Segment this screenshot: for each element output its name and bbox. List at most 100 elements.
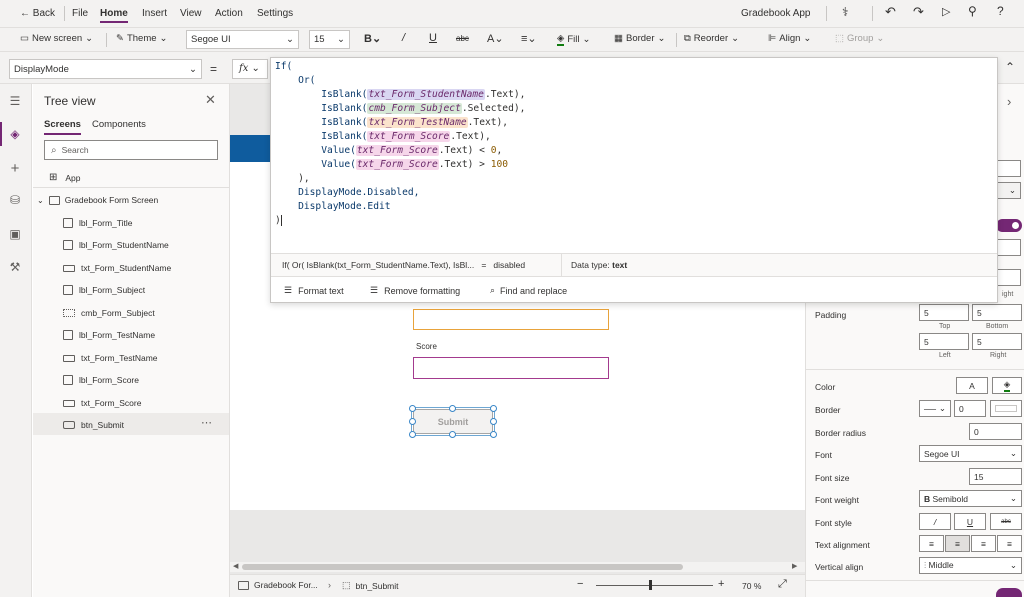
horizontal-scrollbar[interactable]: ◀ ▶	[230, 562, 805, 572]
align-button[interactable]: ⊫Align⌄	[768, 33, 811, 44]
resize-handle[interactable]	[409, 405, 416, 412]
play-icon[interactable]: ▷	[942, 5, 950, 18]
menu-file[interactable]: File	[72, 8, 88, 19]
font-dropdown[interactable]: Segoe UI⌄	[186, 30, 299, 49]
tree-item-app[interactable]: ⊞App	[49, 172, 81, 183]
test-name-input[interactable]	[413, 309, 609, 330]
tree-item-cmb-form-subject[interactable]: cmb_Form_Subject	[63, 308, 155, 318]
tab-screens[interactable]: Screens	[44, 119, 81, 135]
font-color-icon[interactable]: A⌄	[487, 32, 504, 45]
media-icon[interactable]: ▣	[8, 227, 22, 241]
fill-button[interactable]: ◈Fill⌄	[557, 33, 590, 46]
property-dropdown[interactable]: DisplayMode⌄	[9, 59, 202, 79]
font-size-input[interactable]: 15	[969, 468, 1022, 485]
zoom-in-button[interactable]: +	[718, 578, 724, 590]
tree-item-lbl-form-subject[interactable]: lbl_Form_Subject	[63, 285, 145, 295]
border-width-input[interactable]: 0	[954, 400, 986, 417]
scroll-left-icon[interactable]: ◀	[233, 562, 238, 570]
fx-button[interactable]: fx ⌄	[232, 59, 268, 79]
tree-item-txt-form-testname[interactable]: txt_Form_TestName	[63, 353, 158, 363]
back-button[interactable]: ← Back	[20, 8, 55, 19]
help-icon[interactable]: ?	[997, 4, 1004, 18]
menu-home[interactable]: Home	[100, 8, 128, 23]
align-center-button[interactable]: ≡	[945, 535, 970, 552]
add-icon[interactable]: +	[8, 160, 22, 174]
border-button[interactable]: ▦Border⌄	[614, 33, 665, 44]
score-input[interactable]	[413, 357, 609, 379]
formula-code[interactable]: If( Or( IsBlank(txt_Form_StudentName.Tex…	[275, 60, 525, 228]
padding-right-input[interactable]: 5	[972, 333, 1022, 350]
scroll-right-icon[interactable]: ▶	[792, 562, 797, 570]
menu-insert[interactable]: Insert	[142, 8, 167, 19]
tree-item-txt-form-score[interactable]: txt_Form_Score	[63, 398, 141, 408]
tree-item-lbl-form-studentname[interactable]: lbl_Form_StudentName	[63, 240, 169, 250]
italic-icon[interactable]: /	[402, 32, 405, 44]
format-text-button[interactable]: ☰Format text	[284, 285, 344, 296]
tree-item-btn-submit[interactable]: btn_Submit	[63, 420, 124, 430]
find-replace-button[interactable]: ⌕Find and replace	[490, 285, 567, 296]
share-user-icon[interactable]: ⚲	[968, 4, 977, 18]
tree-item-lbl-form-title[interactable]: lbl_Form_Title	[63, 218, 133, 228]
resize-handle[interactable]	[490, 431, 497, 438]
stethoscope-icon[interactable]: ⚕	[842, 5, 849, 19]
align-justify-button[interactable]: ≡	[997, 535, 1022, 552]
screen-tab[interactable]: Gradebook For...	[238, 580, 318, 590]
italic-button[interactable]: /	[919, 513, 951, 530]
underline-icon[interactable]: U	[429, 32, 437, 44]
fill-color-button[interactable]: ◈	[992, 377, 1022, 394]
resize-handle[interactable]	[409, 418, 416, 425]
underline-button[interactable]: U	[954, 513, 986, 530]
text-align-icon[interactable]: ≡⌄	[521, 32, 537, 45]
resize-handle[interactable]	[449, 405, 456, 412]
padding-bottom-input[interactable]: 5	[972, 304, 1022, 321]
padding-left-input[interactable]: 5	[919, 333, 969, 350]
more-options-icon[interactable]: ⋯	[201, 416, 212, 429]
resize-handle[interactable]	[490, 418, 497, 425]
redo-icon[interactable]: ↷	[913, 4, 924, 20]
tab-components[interactable]: Components	[92, 119, 146, 130]
bold-icon[interactable]: B⌄	[364, 32, 381, 45]
text-color-button[interactable]: A	[956, 377, 988, 394]
resize-handle[interactable]	[449, 431, 456, 438]
tree-item-lbl-form-score[interactable]: lbl_Form_Score	[63, 375, 139, 385]
scrollbar-thumb[interactable]	[242, 564, 683, 570]
vertical-align-dropdown[interactable]: ⫶ Middle⌄	[919, 557, 1022, 574]
new-screen-button[interactable]: ▭New screen⌄	[20, 33, 93, 44]
group-button[interactable]: ⬚Group⌄	[835, 33, 884, 44]
reorder-button[interactable]: ⧉Reorder⌄	[684, 33, 739, 44]
undo-icon[interactable]: ↶	[885, 4, 896, 20]
close-icon[interactable]: ✕	[205, 92, 216, 108]
menu-action[interactable]: Action	[215, 8, 243, 19]
chevron-right-icon[interactable]: ›	[1007, 94, 1011, 109]
strikethrough-icon[interactable]: abc	[456, 34, 469, 43]
resize-handle[interactable]	[409, 431, 416, 438]
border-radius-input[interactable]: 0	[969, 423, 1022, 440]
tree-item-lbl-form-testname[interactable]: lbl_Form_TestName	[63, 330, 155, 340]
fullscreen-icon[interactable]: ⤢	[778, 578, 787, 591]
tree-item-txt-form-studentname[interactable]: txt_Form_StudentName	[63, 263, 171, 273]
tools-icon[interactable]: ⚒	[8, 260, 22, 274]
search-input[interactable]: ⌕ Search	[44, 140, 218, 160]
border-color-button[interactable]	[990, 400, 1022, 417]
tree-item-screen[interactable]: ⌄Gradebook Form Screen	[37, 195, 158, 205]
zoom-out-button[interactable]: −	[577, 578, 583, 590]
formula-editor[interactable]: If( Or( IsBlank(txt_Form_StudentName.Tex…	[270, 57, 998, 303]
hamburger-menu-icon[interactable]: ☰	[8, 94, 22, 108]
strikethrough-button[interactable]: abc	[990, 513, 1022, 530]
resize-handle[interactable]	[490, 405, 497, 412]
remove-formatting-button[interactable]: ☰Remove formatting	[370, 285, 460, 296]
menu-settings[interactable]: Settings	[257, 8, 293, 19]
font-dropdown-prop[interactable]: Segoe UI⌄	[919, 445, 1022, 462]
zoom-slider-thumb[interactable]	[649, 580, 652, 590]
toggle-switch[interactable]	[996, 219, 1022, 232]
collapse-chevron-icon[interactable]: ⌃	[1005, 60, 1015, 74]
theme-button[interactable]: ✎Theme⌄	[116, 33, 168, 44]
padding-top-input[interactable]: 5	[919, 304, 969, 321]
database-icon[interactable]: ⛁	[8, 193, 22, 207]
font-weight-dropdown[interactable]: B Semibold⌄	[919, 490, 1022, 507]
align-right-button[interactable]: ≡	[971, 535, 996, 552]
align-left-button[interactable]: ≡	[919, 535, 944, 552]
layers-icon[interactable]: ◈	[8, 127, 22, 141]
zoom-slider[interactable]	[596, 585, 713, 586]
border-style-dropdown[interactable]: ──⌄	[919, 400, 951, 417]
